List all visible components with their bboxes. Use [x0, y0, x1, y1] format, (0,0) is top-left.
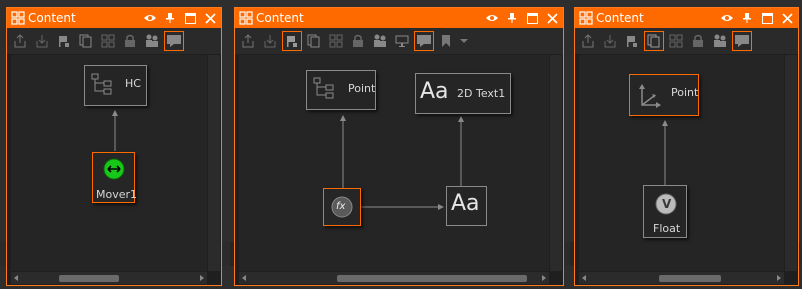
grid-view-icon[interactable]	[666, 31, 686, 51]
maximize-icon[interactable]	[758, 8, 776, 28]
panel-toolbar	[575, 28, 798, 54]
vertical-scrollbar[interactable]	[208, 55, 220, 271]
graph-canvas[interactable]: Point V Float	[579, 55, 784, 271]
scroll-thumb[interactable]	[659, 275, 721, 282]
hc-node-label: HC	[125, 77, 141, 90]
panel-titlebar[interactable]: Content	[7, 8, 221, 28]
grid-view-icon[interactable]	[326, 31, 346, 51]
users-icon[interactable]	[710, 31, 730, 51]
horizontal-scrollbar[interactable]	[239, 272, 549, 284]
grid-window-icon	[239, 11, 253, 25]
mover-node[interactable]: Mover1	[92, 152, 138, 203]
users-icon[interactable]	[370, 31, 390, 51]
fx-glyph: fx	[336, 201, 346, 212]
export-up-icon[interactable]	[578, 31, 598, 51]
mover-node-label: Mover1	[96, 188, 138, 201]
fx-node[interactable]: fx	[323, 188, 361, 226]
scroll-thumb[interactable]	[59, 275, 119, 282]
users-icon[interactable]	[142, 31, 162, 51]
hierarchy-icon	[91, 73, 112, 95]
import-down-icon[interactable]	[600, 31, 620, 51]
maximize-icon[interactable]	[523, 8, 541, 28]
lock-icon[interactable]	[120, 31, 140, 51]
comment-icon[interactable]	[732, 31, 752, 51]
flag-node-icon[interactable]	[54, 31, 74, 51]
chevron-down-icon[interactable]	[458, 31, 470, 51]
close-icon[interactable]	[543, 8, 561, 28]
point-node[interactable]: Point	[306, 70, 376, 110]
pin-icon[interactable]	[503, 8, 521, 28]
vertical-scrollbar[interactable]	[785, 55, 797, 271]
panel-titlebar[interactable]: Content	[235, 8, 563, 28]
close-icon[interactable]	[778, 8, 796, 28]
panel-title: Content	[596, 11, 644, 25]
horizontal-scrollbar[interactable]	[579, 272, 784, 284]
float-glyph: V	[662, 197, 672, 211]
content-panel-1: Content HC Mover1	[6, 7, 222, 286]
import-down-icon[interactable]	[32, 31, 52, 51]
content-panel-2: Content Point Aa 2D Text1 fx Aa	[234, 7, 564, 286]
pin-icon[interactable]	[161, 8, 179, 28]
point-axis-node[interactable]: Point	[629, 74, 699, 116]
flag-node-icon[interactable]	[282, 31, 302, 51]
move-arrows-icon	[103, 158, 125, 180]
close-icon[interactable]	[201, 8, 219, 28]
display-icon[interactable]	[392, 31, 412, 51]
import-down-icon[interactable]	[260, 31, 280, 51]
copy-pages-icon[interactable]	[304, 31, 324, 51]
horizontal-scrollbar[interactable]	[11, 272, 207, 284]
hc-node[interactable]: HC	[84, 65, 147, 106]
panel-toolbar	[7, 28, 221, 54]
flag-node-icon[interactable]	[622, 31, 642, 51]
lock-icon[interactable]	[688, 31, 708, 51]
scroll-left-icon[interactable]	[14, 275, 18, 281]
lock-icon[interactable]	[348, 31, 368, 51]
export-up-icon[interactable]	[10, 31, 30, 51]
grid-window-icon	[579, 11, 593, 25]
graph-canvas[interactable]: HC Mover1	[11, 55, 207, 271]
pin-icon[interactable]	[738, 8, 756, 28]
text-glyph-icon: Aa	[420, 79, 449, 104]
scroll-right-icon[interactable]	[777, 275, 781, 281]
point-node-label: Point	[348, 82, 376, 95]
eye-icon[interactable]	[483, 8, 501, 28]
panel-title: Content	[256, 11, 304, 25]
float-node-label: Float	[653, 222, 681, 235]
float-node[interactable]: V Float	[643, 185, 687, 238]
content-panel-3: Content Point V Float	[574, 7, 799, 286]
text-node-label: 2D Text1	[457, 87, 506, 100]
comment-icon[interactable]	[414, 31, 434, 51]
hierarchy-icon	[313, 77, 334, 99]
point-node-label: Point	[671, 86, 699, 99]
axis-icon	[639, 84, 661, 108]
scroll-right-icon[interactable]	[542, 275, 546, 281]
scroll-left-icon[interactable]	[582, 275, 586, 281]
graph-canvas[interactable]: Point Aa 2D Text1 fx Aa	[239, 55, 549, 271]
scroll-right-icon[interactable]	[200, 275, 204, 281]
grid-view-icon[interactable]	[98, 31, 118, 51]
bookmark-icon[interactable]	[436, 31, 456, 51]
scroll-left-icon[interactable]	[242, 275, 246, 281]
comment-icon[interactable]	[164, 31, 184, 51]
scroll-thumb[interactable]	[337, 275, 527, 282]
eye-icon[interactable]	[141, 8, 159, 28]
vertical-scrollbar[interactable]	[550, 55, 562, 271]
panel-title: Content	[28, 11, 76, 25]
text-node[interactable]: Aa 2D Text1	[415, 73, 511, 114]
maximize-icon[interactable]	[181, 8, 199, 28]
panel-toolbar	[235, 28, 563, 54]
panel-titlebar[interactable]: Content	[575, 8, 798, 28]
copy-pages-icon[interactable]	[76, 31, 96, 51]
text-output-glyph: Aa	[451, 191, 480, 216]
eye-icon[interactable]	[718, 8, 736, 28]
export-up-icon[interactable]	[238, 31, 258, 51]
grid-window-icon	[11, 11, 25, 25]
text-output-node[interactable]: Aa	[446, 186, 487, 226]
copy-pages-icon[interactable]	[644, 31, 664, 51]
